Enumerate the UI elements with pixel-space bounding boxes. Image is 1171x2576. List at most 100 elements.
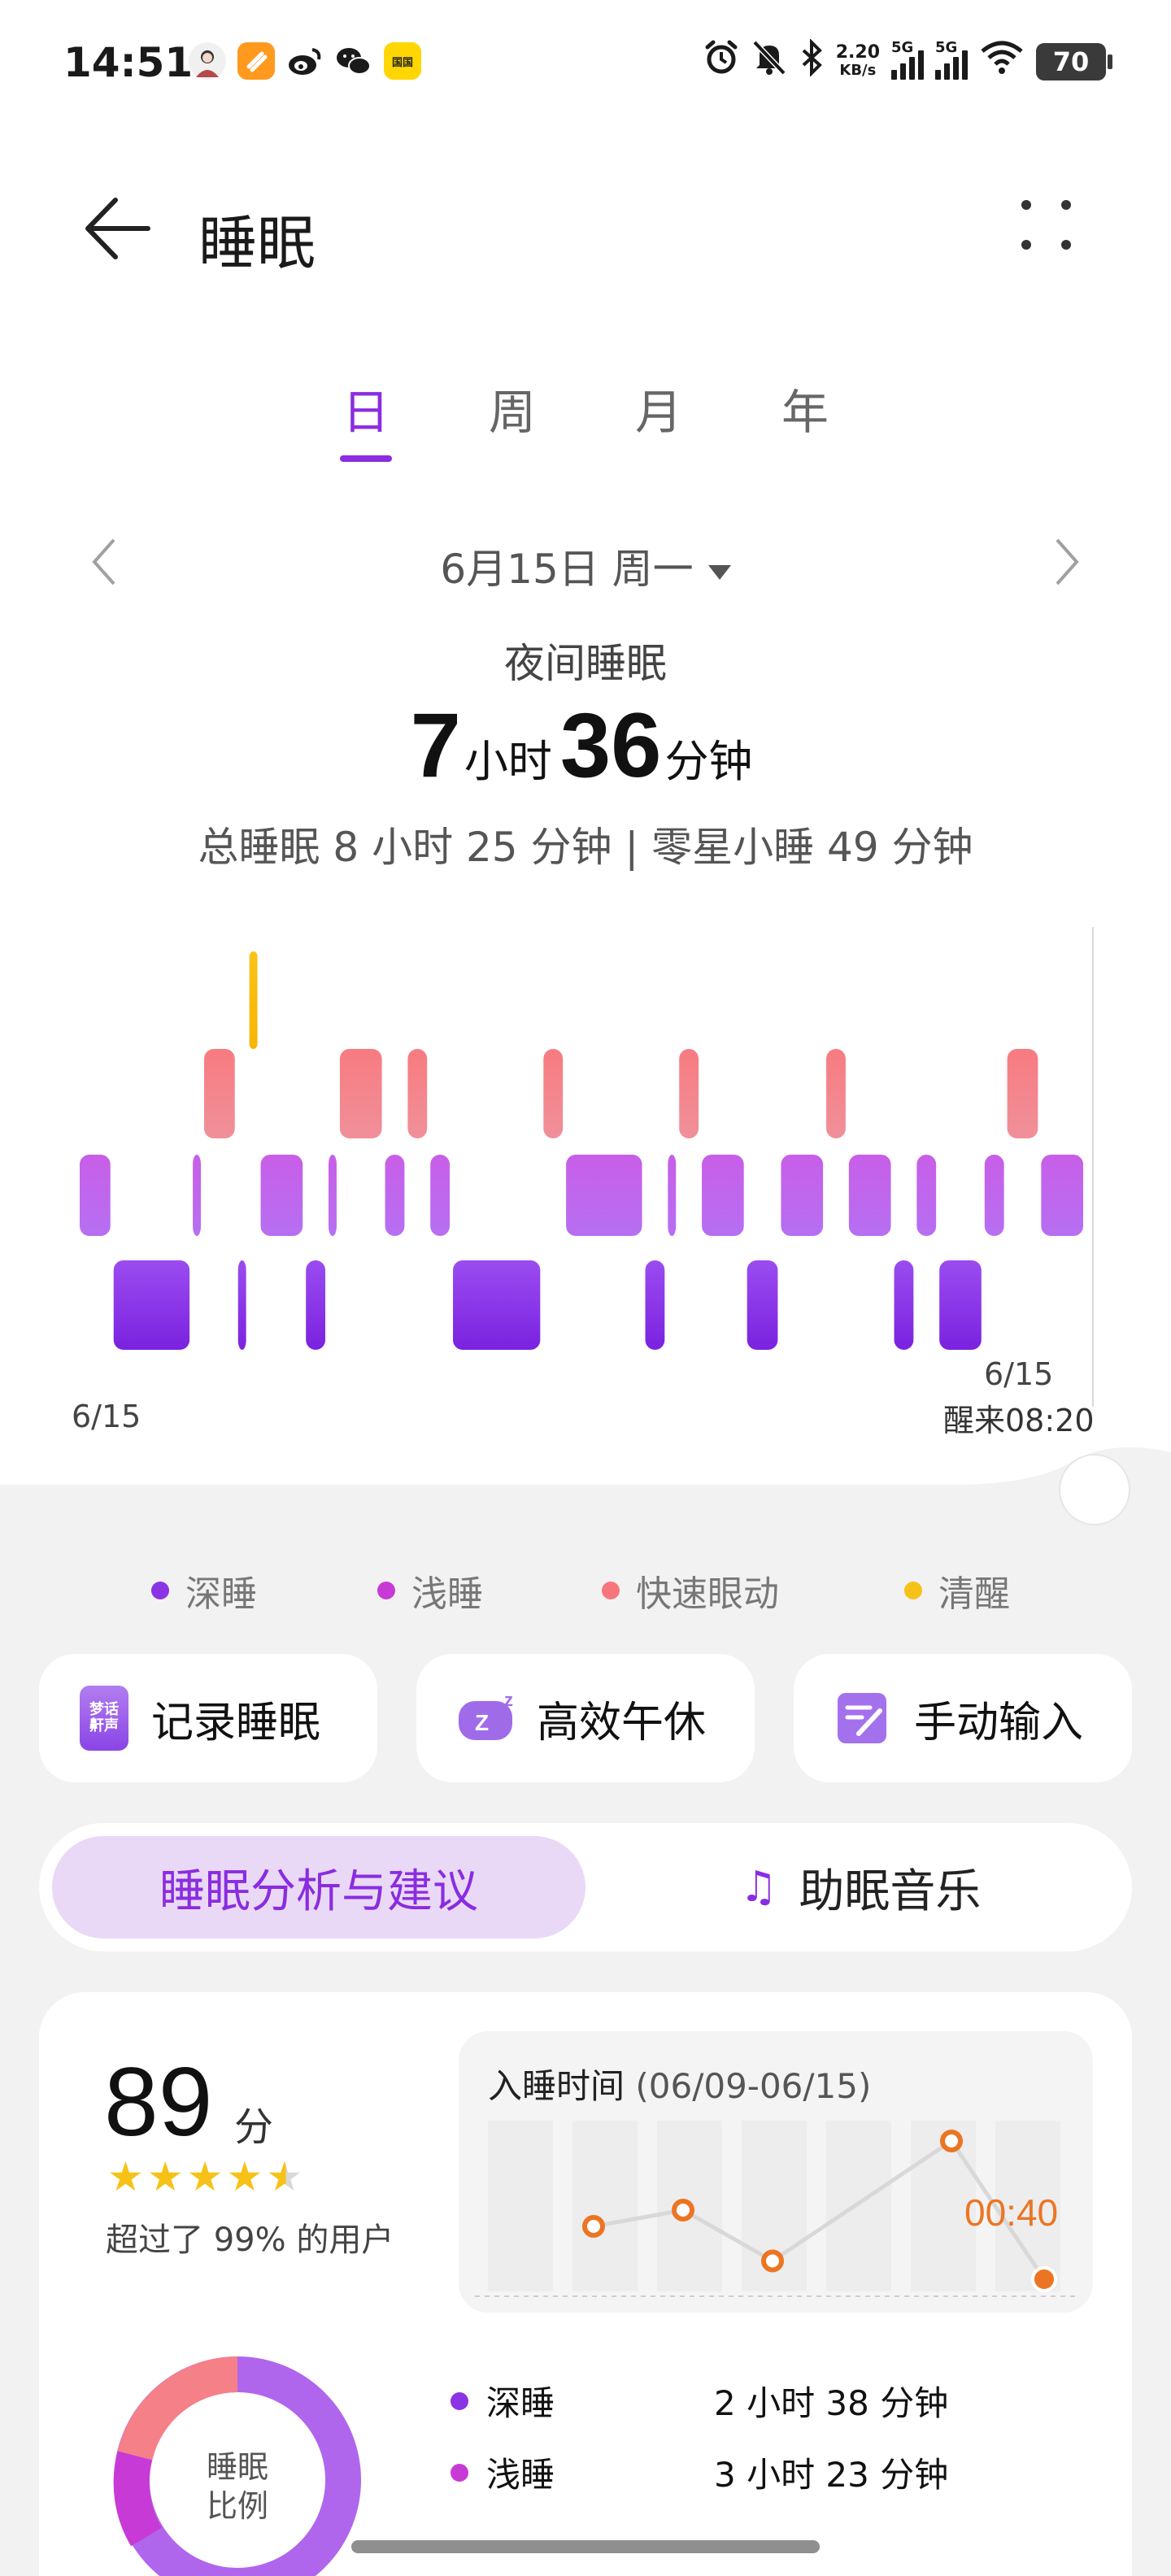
svg-text:Z: Z (475, 1710, 489, 1735)
back-arrow-icon[interactable] (81, 192, 155, 265)
svg-text:z: z (504, 1690, 513, 1710)
star-rating: ★★★★★ (107, 2153, 306, 2200)
status-indicators: 2.20 KB/s 5G 5G 70 (703, 38, 1112, 84)
stat-dot (451, 2463, 468, 2482)
dropdown-caret-icon (707, 564, 731, 580)
deep-sleep-block (939, 1260, 982, 1350)
home-indicator[interactable] (351, 2540, 820, 2553)
light-sleep-block (916, 1155, 937, 1236)
chart-end-date: 6/15 (984, 1356, 1054, 1392)
rem-block (204, 1049, 235, 1138)
half-star-icon: ★ (266, 2153, 307, 2200)
legend-item-rem: 快速眼动 (602, 1564, 779, 1617)
star-icon: ★ (107, 2153, 147, 2200)
bedtime-current-label: 00:40 (964, 2191, 1059, 2234)
star-icon: ★ (186, 2153, 227, 2200)
light-sleep-block (80, 1155, 111, 1236)
tab-sleep-music[interactable]: ♫ 助眠音乐 (608, 1836, 1112, 1939)
legend-label: 清醒 (938, 1573, 1010, 1615)
yellow-app-icon: 国国 (384, 42, 421, 80)
page-title: 睡眠 (198, 209, 316, 277)
ratio-label-line1: 睡眠 (206, 2449, 268, 2485)
sleep-score: 89 (104, 2047, 213, 2156)
edit-note-icon (834, 1690, 891, 1747)
chart-start-date: 6/15 (72, 1399, 141, 1434)
bedtime-day-band (488, 2121, 553, 2291)
deep-sleep-block (306, 1260, 326, 1350)
deep-sleep-block (747, 1260, 778, 1350)
deep-sleep-block (453, 1260, 541, 1350)
legend-dot (377, 1582, 395, 1599)
legend-item-awake: 清醒 (904, 1564, 1010, 1617)
analysis-music-switch: 睡眠分析与建议 ♫ 助眠音乐 (39, 1823, 1132, 1952)
sleep-duration: 7小时36分钟 (0, 693, 1171, 798)
chevron-right-icon[interactable] (1051, 533, 1083, 603)
alarm-icon (703, 39, 740, 84)
stat-value-light: 3 小时 23 分钟 (714, 2455, 949, 2495)
sim1-signal-icon: 5G (891, 39, 924, 80)
avatar-app-icon (189, 42, 226, 80)
more-options-icon[interactable] (1016, 195, 1082, 260)
star-icon: ★ (146, 2153, 187, 2200)
legend-item-light: 浅睡 (377, 1564, 483, 1617)
sleep-score-unit: 分 (234, 2104, 274, 2150)
deep-sleep-block (113, 1260, 190, 1350)
legend-label: 深睡 (185, 1573, 257, 1615)
light-sleep-block (260, 1155, 303, 1236)
manual-input-button[interactable]: 手动输入 (794, 1654, 1132, 1782)
ratio-label-line2: 比例 (206, 2488, 268, 2524)
status-app-icons: 国国 (189, 42, 421, 80)
bedtime-point (940, 2130, 963, 2152)
mute-notification-icon (751, 39, 787, 84)
status-bar: 14:51 国国 2.20 KB/s 5G 5G 70 (0, 0, 1171, 130)
sim2-signal-icon: 5G (935, 39, 968, 80)
stage-bars (80, 951, 1083, 1350)
stat-dot (451, 2391, 468, 2410)
deep-sleep-block (237, 1260, 246, 1350)
light-sleep-block (848, 1155, 891, 1236)
tab-month[interactable]: 月 (602, 374, 716, 463)
rem-block (339, 1049, 382, 1138)
deep-sleep-block (645, 1260, 665, 1350)
sleep-type-label: 夜间睡眠 (504, 640, 667, 687)
record-sleep-button[interactable]: 梦话鼾声 记录睡眠 (39, 1654, 377, 1782)
stat-row-deep: 深睡 (451, 2376, 555, 2426)
bedtime-point (582, 2215, 605, 2238)
duration-hours-unit: 小时 (464, 736, 552, 787)
rem-block (679, 1049, 699, 1138)
light-sleep-block (193, 1155, 202, 1236)
stat-label: 浅睡 (486, 2455, 555, 2495)
tab-week[interactable]: 周 (455, 374, 569, 463)
bedtime-trend-card[interactable]: 入睡时间 (06/09-06/15) 00:40 (459, 2031, 1093, 2313)
rem-block (407, 1049, 428, 1138)
music-note-icon: ♫ (739, 1863, 778, 1912)
efficient-nap-button[interactable]: Zz 高效午休 (416, 1654, 755, 1782)
light-sleep-block (702, 1155, 744, 1236)
dream-talk-icon-text: 梦话鼾声 (89, 1701, 119, 1734)
light-sleep-block (1041, 1155, 1083, 1236)
weibo-icon (286, 42, 324, 80)
stat-row-light: 浅睡 (451, 2448, 555, 2497)
tab-sleep-analysis[interactable]: 睡眠分析与建议 (52, 1836, 586, 1939)
orange-app-icon (237, 42, 275, 80)
bedtime-day-band (826, 2121, 891, 2291)
light-sleep-block (566, 1155, 642, 1236)
collapse-handle[interactable] (1059, 1454, 1130, 1525)
duration-hours: 7 (410, 694, 461, 796)
total-sleep-summary: 总睡眠 8 小时 25 分钟 | 零星小睡 49 分钟 (198, 824, 973, 871)
rem-block (1007, 1049, 1038, 1138)
bedtime-point (761, 2249, 784, 2273)
rem-block (543, 1049, 564, 1138)
light-sleep-block (385, 1155, 405, 1236)
tab-year[interactable]: 年 (748, 374, 862, 463)
tab-day[interactable]: 日 (309, 374, 423, 463)
light-sleep-block (668, 1155, 677, 1236)
bedtime-trend-chart (475, 2121, 1077, 2297)
period-tabs: 日 周 月 年 (309, 374, 862, 463)
legend-dot (151, 1582, 169, 1599)
date-picker[interactable]: 6月15日 周一 (0, 537, 1171, 595)
tab-sleep-music-label: 助眠音乐 (799, 1865, 982, 1918)
ratio-label: 睡眠 比例 (172, 2448, 303, 2526)
status-time: 14:51 (63, 39, 194, 86)
light-sleep-block (329, 1155, 337, 1236)
